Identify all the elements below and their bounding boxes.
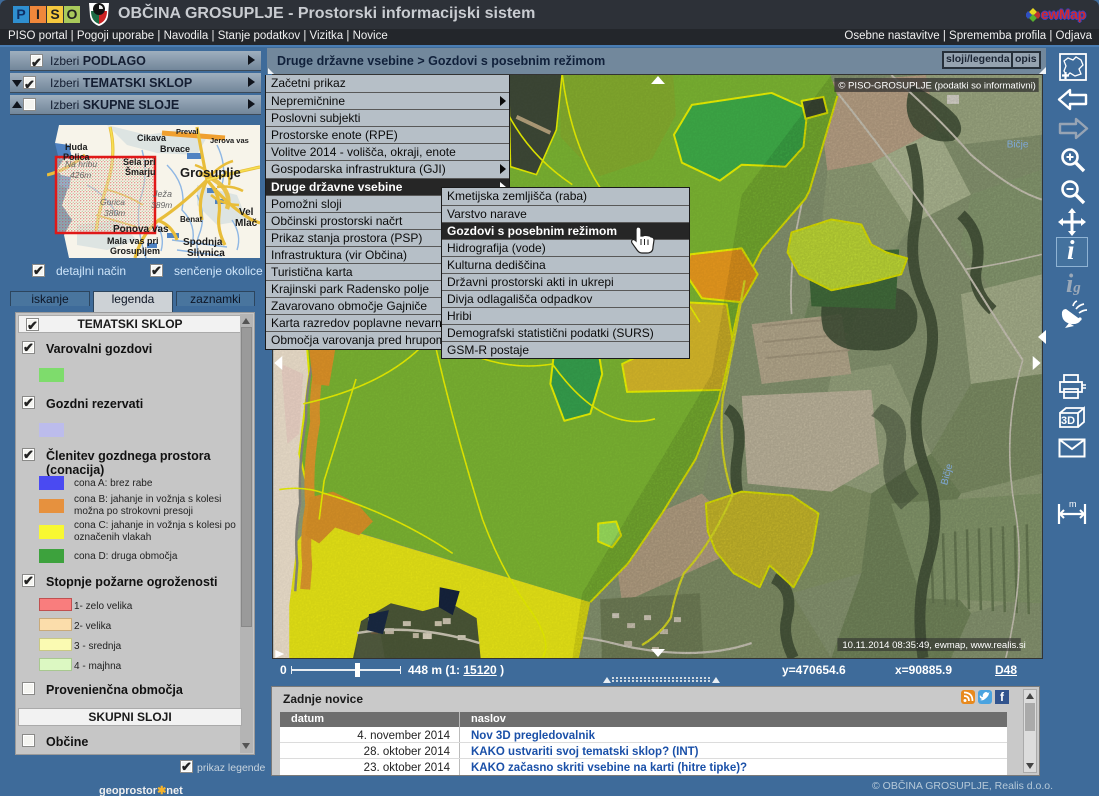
svg-text:Vel: Vel xyxy=(239,207,254,218)
svg-text:Mlač: Mlač xyxy=(235,218,258,229)
svg-text:Mala vas pri: Mala vas pri xyxy=(107,236,159,246)
svg-text:Bičje: Bičje xyxy=(1007,140,1029,151)
svg-text:Preval: Preval xyxy=(176,127,199,136)
svg-text:Spodnja: Spodnja xyxy=(183,237,223,248)
svg-text:Grosuplje: Grosuplje xyxy=(180,165,241,180)
svg-text:© PISO-GROSUPLJE (podatki so i: © PISO-GROSUPLJE (podatki so informativn… xyxy=(838,80,1036,91)
svg-text:389m: 389m xyxy=(151,200,172,210)
svg-text:380m: 380m xyxy=(104,208,125,218)
svg-text:3D: 3D xyxy=(1061,415,1075,427)
svg-text:Sela pri: Sela pri xyxy=(123,157,156,167)
svg-text:426m: 426m xyxy=(70,170,91,180)
svg-text:Slivnica: Slivnica xyxy=(187,248,225,258)
svg-text:Na hribu: Na hribu xyxy=(65,159,97,169)
svg-text:Jerova vas: Jerova vas xyxy=(210,136,249,145)
svg-text:Benat: Benat xyxy=(180,215,203,224)
svg-text:Brvace: Brvace xyxy=(160,144,190,154)
svg-text:Huda: Huda xyxy=(65,142,88,152)
svg-text:Ponova vas: Ponova vas xyxy=(113,224,169,235)
svg-text:Cikava: Cikava xyxy=(137,133,167,143)
svg-text:m: m xyxy=(1069,499,1077,509)
svg-text:Ježa: Ježa xyxy=(152,189,172,199)
svg-text:10.11.2014 08:35:49, ewmap, ww: 10.11.2014 08:35:49, ewmap, www.realis.s… xyxy=(842,640,1025,651)
svg-text:Grosupljem: Grosupljem xyxy=(110,246,160,256)
svg-text:Gorica: Gorica xyxy=(100,197,125,207)
svg-text:Šmarju: Šmarju xyxy=(125,166,156,177)
